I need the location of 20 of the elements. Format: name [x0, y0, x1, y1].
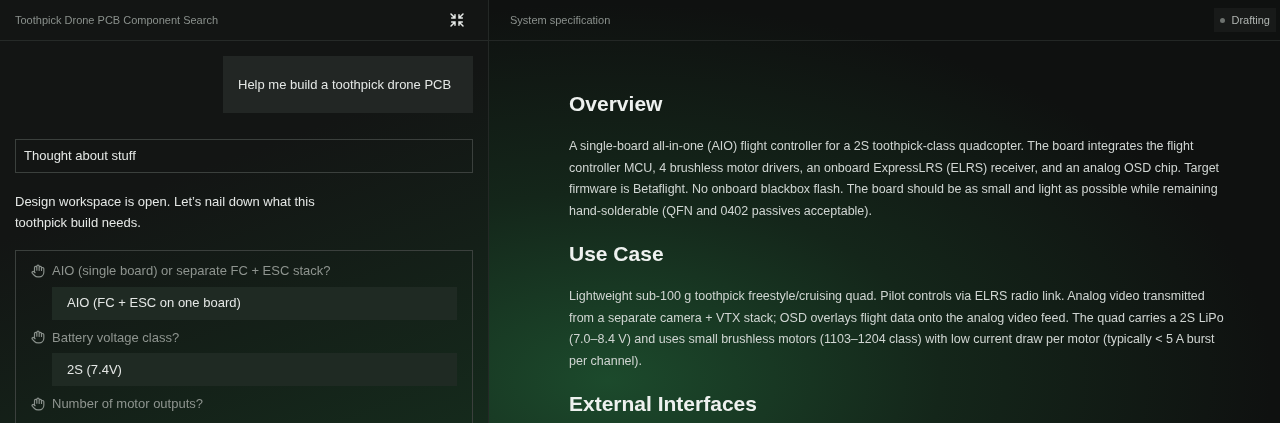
- status-badge: Drafting: [1214, 7, 1276, 33]
- section-paragraph: A single-board all-in-one (AIO) flight controller for a 2S toothpick-class quadcopter. The board integrates the flight controller MCU, 4 brushless motor drivers, an onboard ExpressLRS (ELRS) receiver, and an analog OSD chip. Target firmware is Betaflight. No onboard blackbox flash. The board should be as small and light as possible while remaining hand-solderable (QFN and 0402 passives acceptable).: [569, 138, 1221, 220]
- thought-toggle[interactable]: Thought about stuff: [15, 139, 473, 173]
- panel-title: Toothpick Drone PCB Component Search: [15, 12, 218, 28]
- panel-title: System specification: [510, 12, 611, 28]
- collapse-icon[interactable]: [449, 12, 465, 28]
- question-label: AIO (single board) or separate FC + ESC stack?: [52, 262, 331, 280]
- user-message: Help me build a toothpick drone PCB: [223, 56, 473, 113]
- section-paragraph: Lightweight sub-100 g toothpick freestyle/cruising quad. Pilot controls via ELRS radio link. Analog video transmitted from a separate camera + VTX stack; OSD overlays flight data onto the analog video feed. The quad carries a 2S LiPo (7.0–8.4 V) and uses small brushless motors (1103–1204 class) with low current draw per motor (typically < 5 A burst per channel).: [569, 288, 1225, 370]
- hand-pointer-icon: [31, 330, 45, 345]
- section-heading: Overview: [569, 91, 664, 117]
- question-label: Battery voltage class?: [52, 328, 180, 347]
- hand-pointer-icon: [31, 396, 45, 411]
- assistant-reply: Design workspace is open. Let’s nail down what this toothpick build needs.: [15, 193, 316, 232]
- answer-field[interactable]: 2S (7.4V): [52, 353, 457, 386]
- section-heading: Use Case: [569, 241, 665, 267]
- hand-pointer-icon: [31, 263, 45, 278]
- section-heading: External Interfaces: [569, 391, 758, 417]
- answer-field[interactable]: AIO (FC + ESC on one board): [52, 286, 457, 320]
- question-label: Number of motor outputs?: [52, 395, 204, 413]
